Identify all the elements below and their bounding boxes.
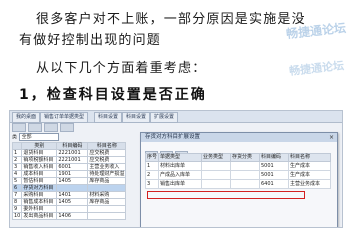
- tab-sales-order-type[interactable]: 销售订单单据类型: [40, 112, 89, 123]
- dialog-cell[interactable]: [201, 170, 231, 180]
- tab-desktop[interactable]: 我的桌面: [12, 112, 41, 123]
- grid-cell: 8: [11, 198, 23, 206]
- grid-cell[interactable]: 暂估科目: [21, 177, 58, 185]
- grid-cell[interactable]: 2221001: [56, 149, 89, 157]
- tab-account-settings-2[interactable]: 科目设置: [122, 112, 151, 123]
- table-row[interactable]: 2 产成品入库单 5001 生产成本: [145, 170, 331, 180]
- dialog-cell[interactable]: 主营业务成本: [288, 179, 331, 189]
- grid-cell[interactable]: 1406: [56, 212, 89, 220]
- account-grid: 类别 科目编码 科目名称 1 退货科目 2221001 应交税费 2 销项税额科目 222…: [11, 142, 127, 220]
- dialog-cell[interactable]: [230, 170, 260, 180]
- dialog-cell[interactable]: [201, 161, 231, 171]
- dialog-cell[interactable]: 材料出库单: [158, 161, 202, 171]
- dialog-header: 业务类型: [201, 153, 231, 162]
- dialog-cell: 1: [145, 161, 159, 171]
- table-row-highlighted[interactable]: 3 销售出库单 6401 主营业务成本: [145, 179, 331, 189]
- dialog-cell[interactable]: 生产成本: [288, 161, 331, 171]
- grid-header: [11, 142, 23, 150]
- grid-cell: 4: [11, 170, 23, 178]
- grid-cell[interactable]: 库存商品: [87, 198, 127, 206]
- grid-cell[interactable]: 主营业务收入: [87, 163, 127, 171]
- grid-cell[interactable]: 应交税费: [87, 149, 127, 157]
- grid-cell[interactable]: 材料采购: [87, 191, 127, 199]
- tab-bar: 我的桌面 销售订单单据类型 科目设置 科目设置 扩展设置: [10, 111, 342, 123]
- dialog-header: 单据类型: [158, 153, 202, 162]
- grid-cell[interactable]: 待处理财产损溢: [87, 170, 127, 178]
- dialog-title: 存货对方科目扩展设置: [141, 133, 337, 142]
- grid-cell: 10: [11, 212, 23, 220]
- grid-cell[interactable]: 发出商品科目: [21, 212, 58, 220]
- grid-cell[interactable]: 退货科目: [21, 149, 58, 157]
- grid-cell[interactable]: [87, 184, 127, 192]
- grid-cell[interactable]: 成本科目: [21, 170, 58, 178]
- dialog-cell: 3: [145, 179, 159, 189]
- grid-cell[interactable]: 1405: [56, 177, 89, 185]
- grid-cell: 7: [11, 191, 23, 199]
- grid-header: 科目编码: [56, 142, 89, 150]
- grid-cell[interactable]: 库存商品: [87, 177, 127, 185]
- dialog-cell[interactable]: 生产成本: [288, 170, 331, 180]
- embedded-screenshot: 我的桌面 销售订单单据类型 科目设置 科目设置 扩展设置 类 全部 类别 科目编…: [9, 110, 343, 228]
- dialog-cell[interactable]: 5001: [259, 170, 289, 180]
- filter-row: 类 全部: [12, 133, 59, 141]
- grid-cell[interactable]: 应交税费: [87, 156, 127, 164]
- dialog-cell[interactable]: 产成品入库单: [158, 170, 202, 180]
- dialog-header: 科目编码: [259, 153, 289, 162]
- grid-cell: 2: [11, 156, 23, 164]
- grid-cell[interactable]: 销售收入科目: [21, 163, 58, 171]
- filter-select[interactable]: 全部: [18, 133, 59, 141]
- grid-cell[interactable]: [56, 184, 89, 192]
- tab-account-settings[interactable]: 科目设置: [94, 112, 123, 123]
- grid-cell[interactable]: 存货对方科目: [21, 184, 58, 192]
- dialog-cell: 2: [145, 170, 159, 180]
- toolbar: [12, 123, 338, 132]
- grid-header: 类别: [21, 142, 58, 150]
- filter-label: 类: [12, 134, 18, 141]
- grid-cell[interactable]: 销售成本科目: [21, 198, 58, 206]
- grid-cell[interactable]: 2221001: [56, 156, 89, 164]
- grid-cell[interactable]: 1901: [56, 170, 89, 178]
- dialog-cell[interactable]: [201, 179, 231, 189]
- toolbar-button[interactable]: [44, 123, 58, 132]
- grid-header: 科目名称: [87, 142, 127, 150]
- grid-cell: 6: [11, 184, 23, 192]
- grid-cell: 9: [11, 205, 23, 213]
- grid-cell[interactable]: [87, 212, 127, 220]
- extension-settings-dialog: 存货对方科目扩展设置 × 序号 单据类型 业务类型 存货分类 科目编码 科目名称…: [140, 132, 338, 227]
- dialog-cell[interactable]: 6401: [259, 179, 289, 189]
- dialog-table: 序号 单据类型 业务类型 存货分类 科目编码 科目名称 1 材料出库单 5001…: [145, 153, 331, 189]
- tab-extension-settings[interactable]: 扩展设置: [150, 112, 179, 123]
- grid-cell[interactable]: 6001: [56, 163, 89, 171]
- dialog-toolbar: [145, 144, 190, 159]
- close-icon[interactable]: ×: [328, 134, 335, 141]
- dialog-header: 序号: [145, 153, 159, 162]
- toolbar-button[interactable]: [12, 123, 26, 132]
- dialog-cell[interactable]: [230, 161, 260, 171]
- grid-cell: 5: [11, 177, 23, 185]
- dialog-cell[interactable]: 销售出库单: [158, 179, 202, 189]
- toolbar-button[interactable]: [28, 123, 42, 132]
- toolbar-button[interactable]: [60, 123, 74, 132]
- table-row-selected[interactable]: 6 存货对方科目: [11, 184, 127, 192]
- grid-cell[interactable]: [87, 205, 127, 213]
- dialog-header: 存货分类: [230, 153, 260, 162]
- grid-cell[interactable]: 采购科目: [21, 191, 58, 199]
- grid-cell[interactable]: 委外科目: [21, 205, 58, 213]
- dialog-cell[interactable]: 5001: [259, 161, 289, 171]
- grid-cell[interactable]: 1405: [56, 198, 89, 206]
- grid-cell[interactable]: [56, 205, 89, 213]
- grid-cell: 1: [11, 149, 23, 157]
- dialog-header: 科目名称: [288, 153, 331, 162]
- section-heading: 1，检查科目设置是否正确: [19, 87, 207, 103]
- grid-cell: 3: [11, 163, 23, 171]
- highlight-box: [147, 191, 305, 199]
- grid-cell[interactable]: 1401: [56, 191, 89, 199]
- grid-cell[interactable]: 销项税额科目: [21, 156, 58, 164]
- table-row[interactable]: 1 材料出库单 5001 生产成本: [145, 161, 331, 171]
- dialog-cell[interactable]: [230, 179, 260, 189]
